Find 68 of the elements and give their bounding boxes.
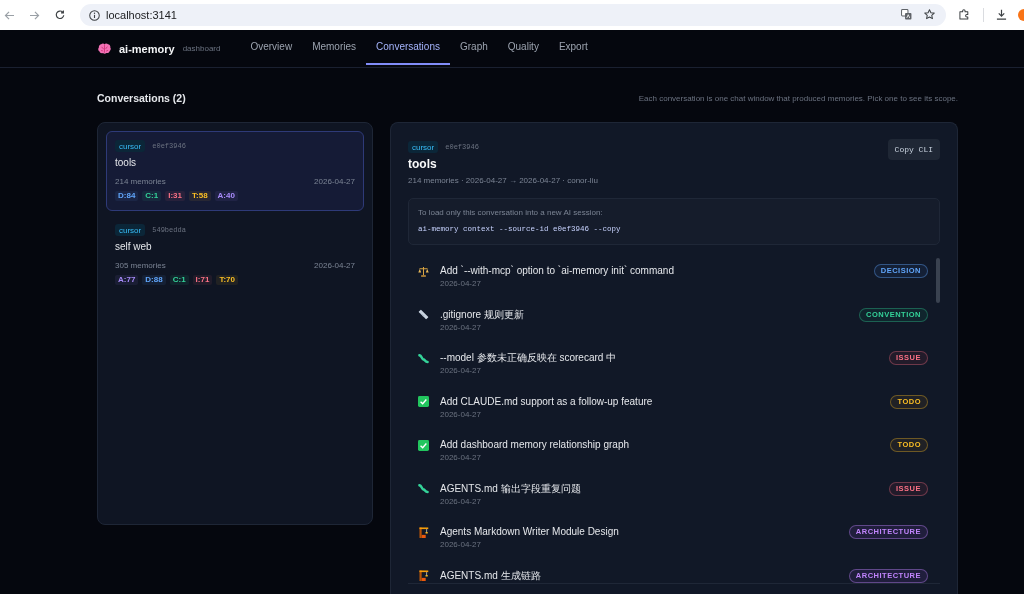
brain-icon [98, 43, 111, 54]
memory-title: .gitignore 规则更新 [440, 307, 525, 322]
forward-icon[interactable] [29, 10, 40, 20]
source-tag: cursor [115, 140, 146, 152]
worm-icon [418, 352, 429, 364]
memory-count: 305 memories [115, 260, 166, 271]
memory-date: 2026-04-27 [440, 495, 482, 508]
avatar-icon[interactable] [1018, 9, 1024, 21]
nav-tab[interactable]: Quality [497, 30, 549, 65]
logo-subtitle: dashboard [182, 44, 221, 53]
conversation-title: self web [115, 240, 153, 254]
ruler-icon [418, 309, 429, 320]
memory-date: 2026-04-27 [440, 365, 482, 377]
download-icon[interactable] [996, 9, 1007, 20]
check-square-icon [418, 396, 429, 407]
detail-meta: 214 memories · 2026-04-27 → 2026-04-27 · conor-liu [408, 175, 598, 186]
back-icon[interactable] [4, 10, 15, 20]
type-count-tag: C:1 [142, 191, 162, 201]
conversation-title: tools [115, 156, 138, 170]
type-count-tag: A:77 [115, 275, 139, 285]
type-count-tag: D:88 [142, 275, 166, 285]
crane-icon [418, 526, 429, 538]
type-count-tag: T:58 [189, 191, 211, 201]
memory-date: 2026-04-27 [440, 408, 482, 421]
check-square-icon [418, 439, 429, 451]
source-tag: cursor [115, 224, 146, 236]
crane-icon [418, 570, 429, 581]
address-bar[interactable]: localhost:3141 [80, 4, 946, 26]
bookmark-star-icon[interactable] [924, 9, 935, 20]
cli-hint-text: To load only this conversation into a new AI session: [418, 207, 604, 218]
info-icon[interactable] [89, 9, 100, 21]
nav-tab[interactable]: Export [548, 30, 598, 65]
conversation-date: 2026-04-27 [314, 176, 355, 187]
logo-text[interactable]: ai-memory [119, 42, 175, 55]
nav-tab[interactable]: Conversations [366, 30, 450, 65]
memory-date: 2026-04-27 [440, 278, 482, 290]
detail-title: tools [408, 157, 438, 171]
nav-tab[interactable]: Graph [449, 30, 498, 65]
memory-date: 2026-04-27 [440, 539, 482, 551]
memory-date: 2026-04-27 [440, 452, 482, 464]
memory-title: Add CLAUDE.md support as a follow-up feature [440, 394, 654, 409]
memory-title: AGENTS.md 生成链路 [440, 568, 542, 583]
scrollbar[interactable] [936, 258, 940, 303]
memory-date: 2026-04-27 [440, 321, 482, 334]
memory-title: AGENTS.md 输出字段重复问题 [440, 481, 582, 496]
scale-icon [418, 265, 429, 277]
memory-title: Add `--with-mcp` option to `ai-memory init` command [440, 264, 675, 278]
type-count-tag: T:70 [216, 275, 238, 285]
type-count-tag: I:31 [165, 191, 186, 201]
memory-title: --model 参数未正确反映在 scorecard 中 [440, 351, 618, 365]
memory-count: 214 memories [115, 176, 166, 187]
source-tag: cursor [408, 141, 439, 153]
page-heading: Conversations (2) [97, 92, 186, 104]
reload-icon[interactable] [55, 10, 65, 20]
type-count-tag: D:84 [115, 191, 139, 201]
puzzle-icon[interactable] [959, 9, 970, 20]
translate-icon[interactable] [901, 9, 912, 20]
conversation-date: 2026-04-27 [314, 260, 355, 271]
copy-cli-button[interactable]: Copy CLI [887, 139, 940, 160]
type-count-tag: I:71 [192, 275, 213, 285]
nav-tab[interactable]: Overview [240, 30, 303, 65]
nav-tab[interactable]: Memories [302, 30, 367, 65]
type-count-tag: C:1 [169, 275, 189, 285]
memory-title: Add dashboard memory relationship graph [440, 438, 630, 452]
worm-icon [418, 483, 429, 494]
type-count-tag: A:40 [214, 191, 238, 201]
page-description: Each conversation is one chat window that produced memories. Pick one to see its scope. [638, 93, 958, 103]
memory-title: Agents Markdown Writer Module Design [440, 525, 620, 539]
